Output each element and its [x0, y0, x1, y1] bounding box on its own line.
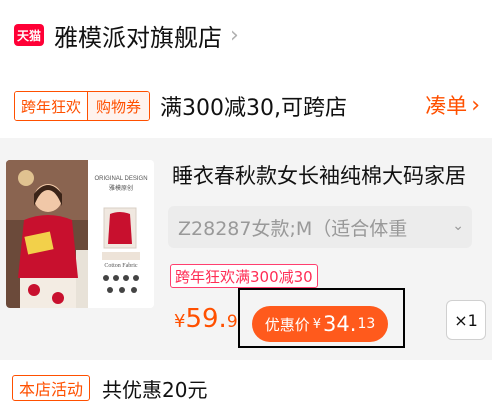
shop-activity-tag: 本店活动 — [12, 375, 91, 401]
chevron-right-icon[interactable]: › — [471, 93, 480, 118]
sku-text[interactable]: Z28287女款;M（适合体重 — [178, 214, 407, 241]
coupon-tag-type: 购物券 — [87, 92, 150, 120]
product-thumbnail[interactable]: ORIGINAL DESIGN 雅模原创 Cotton Fabric — [6, 160, 154, 308]
promo-row: 跨年狂欢 购物券 满300减30,可跨店 凑单 › — [0, 78, 492, 134]
thumb-caption-bottom: Cotton Fabric — [104, 263, 138, 269]
thumb-caption-sub: 雅模原创 — [109, 184, 133, 192]
price-decimal: 9 — [226, 312, 238, 332]
coudan-label[interactable]: 凑单 — [425, 90, 467, 120]
highlight-box — [238, 288, 405, 348]
event-promo-tag: 跨年狂欢满300减30 — [170, 264, 318, 288]
product-image: ORIGINAL DESIGN 雅模原创 Cotton Fabric — [6, 160, 154, 308]
store-name[interactable]: 雅模派对旗舰店 — [54, 18, 222, 53]
coupon-tag: 跨年狂欢 购物券 — [14, 91, 151, 121]
tmall-logo: 天猫 — [14, 24, 44, 46]
sku-selector[interactable]: Z28287女款;M（适合体重 ⌄ — [168, 206, 472, 248]
coupon-tag-event: 跨年狂欢 — [15, 92, 88, 120]
quantity-button[interactable]: ×1 — [446, 300, 486, 340]
product-title[interactable]: 睡衣春秋款女长袖纯棉大码家居 — [172, 160, 466, 190]
cart-item: ORIGINAL DESIGN 雅模原创 Cotton Fabric 睡衣春秋款… — [0, 138, 492, 360]
price-integer: 59. — [185, 304, 227, 334]
thumb-caption-top: ORIGINAL DESIGN — [94, 176, 147, 182]
chevron-down-icon[interactable]: ⌄ — [452, 218, 464, 234]
promo-text: 满300减30,可跨店 — [160, 96, 348, 121]
original-price: ¥59.9 — [174, 304, 238, 334]
shop-activity-text: 共优惠20元 — [102, 377, 208, 402]
store-header[interactable]: 天猫 雅模派对旗舰店 › — [0, 0, 492, 70]
coudan-button[interactable]: 凑单 › — [425, 90, 480, 120]
shop-activity-row: 本店活动 共优惠20元 — [0, 368, 492, 408]
chevron-right-icon[interactable]: › — [230, 23, 239, 48]
price-currency: ¥ — [174, 311, 186, 332]
